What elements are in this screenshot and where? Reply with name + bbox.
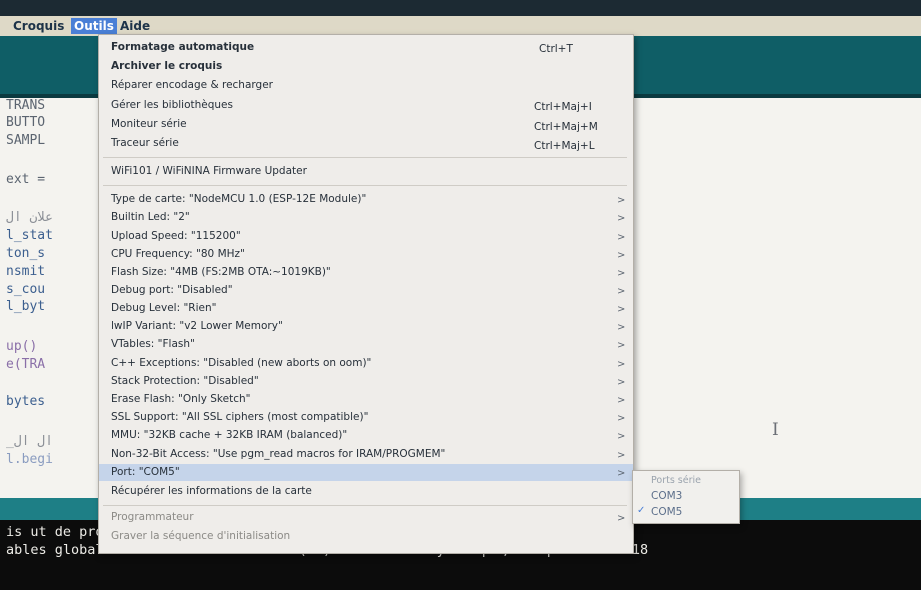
submenu-arrow-icon: > <box>617 413 626 424</box>
submenu-arrow-icon: > <box>617 450 626 461</box>
code-line: BUTTO <box>6 115 46 130</box>
submenu-arrow-icon: > <box>617 468 626 479</box>
submenu-arrow-icon: > <box>617 395 626 406</box>
menu-item-cpp-exceptions[interactable]: C++ Exceptions: "Disabled (new aborts on… <box>111 357 371 369</box>
menu-croquis[interactable]: Croquis <box>10 18 67 34</box>
port-option-com5[interactable]: COM5 <box>651 506 682 518</box>
code-line: up() <box>6 339 38 354</box>
menu-item-serial-monitor[interactable]: Moniteur série <box>111 118 187 130</box>
tools-dropdown-menu: Formatage automatique Ctrl+T Archiver le… <box>98 34 634 554</box>
submenu-arrow-icon: > <box>617 250 626 261</box>
submenu-header-serial-ports: Ports série <box>651 475 701 486</box>
code-line: nsmit <box>6 264 46 279</box>
submenu-arrow-icon: > <box>617 513 626 524</box>
menu-item-lwip-variant[interactable]: lwIP Variant: "v2 Lower Memory" <box>111 320 283 332</box>
submenu-arrow-icon: > <box>617 268 626 279</box>
menu-item-flash-size[interactable]: Flash Size: "4MB (FS:2MB OTA:~1019KB)" <box>111 266 331 278</box>
checkmark-icon: ✓ <box>637 505 646 516</box>
submenu-arrow-icon: > <box>617 377 626 388</box>
shortcut-serial-plotter: Ctrl+Maj+L <box>534 140 595 152</box>
menu-item-manage-libraries[interactable]: Gérer les bibliothèques <box>111 99 233 111</box>
code-line: ext = <box>6 172 46 187</box>
menu-separator <box>103 505 627 506</box>
submenu-arrow-icon: > <box>617 195 626 206</box>
menu-item-erase-flash[interactable]: Erase Flash: "Only Sketch" <box>111 393 250 405</box>
menu-separator <box>103 185 627 186</box>
menu-item-debug-port[interactable]: Debug port: "Disabled" <box>111 284 233 296</box>
menu-item-board-info[interactable]: Récupérer les informations de la carte <box>111 485 312 497</box>
menu-item-board-type[interactable]: Type de carte: "NodeMCU 1.0 (ESP-12E Mod… <box>111 193 366 205</box>
port-submenu: Ports série COM3 COM5 ✓ <box>632 470 740 524</box>
menu-item-serial-plotter[interactable]: Traceur série <box>111 137 179 149</box>
code-line: l_stat <box>6 228 53 243</box>
menu-item-ssl-support[interactable]: SSL Support: "All SSL ciphers (most comp… <box>111 411 368 423</box>
menu-item-builtin-led[interactable]: Builtin Led: "2" <box>111 211 190 223</box>
code-line: _ال ال <box>6 434 53 449</box>
menu-item-burn-bootloader[interactable]: Graver la séquence d'initialisation <box>111 530 290 542</box>
menu-item-debug-level[interactable]: Debug Level: "Rien" <box>111 302 216 314</box>
code-line: bytes <box>6 394 46 409</box>
menu-outils[interactable]: Outils <box>71 18 117 34</box>
shortcut-serial-monitor: Ctrl+Maj+M <box>534 121 598 133</box>
port-option-com3[interactable]: COM3 <box>651 490 682 502</box>
code-line: علان ال <box>6 210 53 225</box>
submenu-arrow-icon: > <box>617 340 626 351</box>
submenu-arrow-icon: > <box>617 359 626 370</box>
submenu-arrow-icon: > <box>617 431 626 442</box>
shortcut-manage-libraries: Ctrl+Maj+I <box>534 101 592 113</box>
code-line: TRANS <box>6 98 46 113</box>
menu-item-archive-sketch[interactable]: Archiver le croquis <box>111 60 222 72</box>
menu-item-stack-protection[interactable]: Stack Protection: "Disabled" <box>111 375 259 387</box>
window-title-strip <box>0 0 921 16</box>
menu-bar: Croquis Outils Aide <box>0 16 921 36</box>
menu-item-wifi-firmware-updater[interactable]: WiFi101 / WiFiNINA Firmware Updater <box>111 165 307 177</box>
code-line: l_byt <box>6 299 46 314</box>
submenu-arrow-icon: > <box>617 322 626 333</box>
submenu-arrow-icon: > <box>617 286 626 297</box>
code-line: ton_s <box>6 246 46 261</box>
text-cursor-icon: I <box>772 420 779 440</box>
menu-separator <box>103 157 627 158</box>
menu-item-vtables[interactable]: VTables: "Flash" <box>111 338 195 350</box>
code-line: SAMPL <box>6 133 46 148</box>
code-line: s_cou <box>6 282 46 297</box>
menu-item-auto-format[interactable]: Formatage automatique <box>111 41 254 53</box>
menu-item-port[interactable]: Port: "COM5" <box>111 466 180 478</box>
submenu-arrow-icon: > <box>617 304 626 315</box>
code-line: l.begi <box>6 452 53 467</box>
menu-item-mmu[interactable]: MMU: "32KB cache + 32KB IRAM (balanced)" <box>111 429 347 441</box>
menu-item-fix-encoding[interactable]: Réparer encodage & recharger <box>111 79 273 91</box>
submenu-arrow-icon: > <box>617 213 626 224</box>
menu-aide[interactable]: Aide <box>117 18 153 34</box>
menu-item-cpu-frequency[interactable]: CPU Frequency: "80 MHz" <box>111 248 245 260</box>
menu-item-non-32bit-access[interactable]: Non-32-Bit Access: "Use pgm_read macros … <box>111 448 445 460</box>
shortcut-auto-format: Ctrl+T <box>539 43 573 55</box>
menu-item-programmer[interactable]: Programmateur <box>111 511 194 523</box>
menu-item-upload-speed[interactable]: Upload Speed: "115200" <box>111 230 241 242</box>
code-line: e(TRA <box>6 357 46 372</box>
submenu-arrow-icon: > <box>617 232 626 243</box>
